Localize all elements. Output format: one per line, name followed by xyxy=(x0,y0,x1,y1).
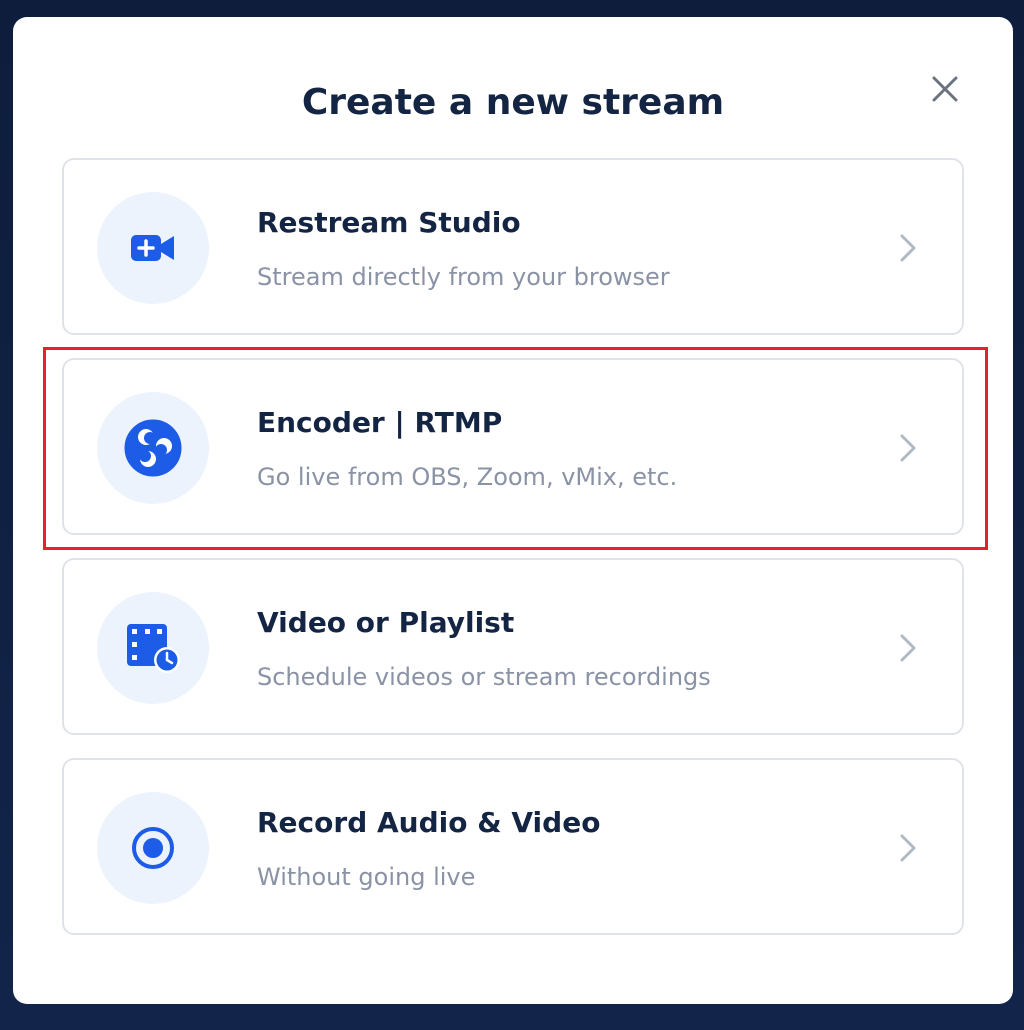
close-icon xyxy=(932,76,958,102)
option-title: Restream Studio xyxy=(257,206,521,239)
option-icon-container xyxy=(97,792,209,904)
chevron-right-icon xyxy=(900,234,916,262)
option-video-playlist[interactable]: Video or Playlist Schedule videos or str… xyxy=(62,558,964,735)
record-icon xyxy=(132,827,174,869)
video-camera-plus-icon xyxy=(131,235,174,261)
option-title: Video or Playlist xyxy=(257,606,515,639)
film-schedule-icon xyxy=(127,624,180,673)
chevron-right-icon xyxy=(900,834,916,862)
obs-logo-icon xyxy=(124,419,182,477)
option-subtitle: Schedule videos or stream recordings xyxy=(257,663,711,691)
option-title: Encoder | RTMP xyxy=(257,406,503,439)
option-restream-studio[interactable]: Restream Studio Stream directly from you… xyxy=(62,158,964,335)
dialog-title: Create a new stream xyxy=(301,82,725,123)
chevron-right-icon xyxy=(900,434,916,462)
option-record-audio-video[interactable]: Record Audio & Video Without going live xyxy=(62,758,964,935)
option-icon-container xyxy=(97,192,209,304)
chevron-right-icon xyxy=(900,634,916,662)
option-title: Record Audio & Video xyxy=(257,806,601,839)
option-icon-container xyxy=(97,592,209,704)
option-subtitle: Without going live xyxy=(257,863,476,891)
option-subtitle: Stream directly from your browser xyxy=(257,263,670,291)
create-stream-dialog: Create a new stream Restream Studio Stre… xyxy=(13,17,1013,1004)
option-encoder-rtmp[interactable]: Encoder | RTMP Go live from OBS, Zoom, v… xyxy=(62,358,964,535)
close-button[interactable] xyxy=(923,67,967,111)
option-subtitle: Go live from OBS, Zoom, vMix, etc. xyxy=(257,463,678,491)
option-icon-container xyxy=(97,392,209,504)
